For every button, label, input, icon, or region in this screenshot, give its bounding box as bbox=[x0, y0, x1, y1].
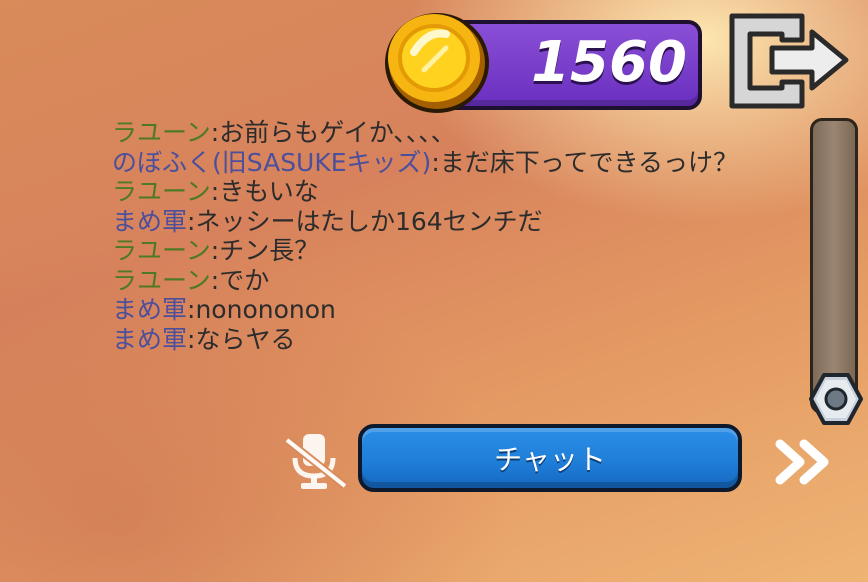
chat-separator: : bbox=[431, 147, 440, 177]
chat-separator: : bbox=[210, 236, 220, 265]
coin-count: 1560 bbox=[531, 30, 687, 95]
chat-message: まめ軍:ならヤる bbox=[112, 325, 792, 355]
double-chevron-right-icon[interactable] bbox=[774, 436, 836, 488]
chat-text: チン長？ bbox=[219, 236, 320, 265]
chat-log: ラユーン:お前らもゲイか、、、、 のぼふく(旧SASUKEキッズ):まだ床下って… bbox=[112, 118, 792, 354]
chat-separator: : bbox=[210, 265, 220, 295]
chat-text: ネッシーはたしか164センチだ bbox=[195, 206, 543, 236]
chat-scrollbar[interactable] bbox=[810, 118, 858, 414]
exit-door-icon[interactable] bbox=[724, 10, 852, 110]
chat-sender: ラユーン bbox=[112, 118, 211, 147]
chat-sender: まめ軍 bbox=[112, 324, 188, 354]
chat-separator: : bbox=[210, 177, 220, 206]
chat-sender: のぼふく(旧SASUKEキッズ) bbox=[112, 147, 432, 177]
chat-button-label: チャット bbox=[494, 443, 606, 476]
coin-icon bbox=[385, 13, 489, 113]
chat-text: まだ床下ってできるっけ？ bbox=[439, 147, 739, 177]
chat-sender: まめ軍 bbox=[112, 295, 188, 324]
chat-sender: ラユーン bbox=[112, 236, 211, 265]
hex-nut-icon[interactable] bbox=[809, 372, 863, 426]
chat-message: まめ軍:nonononon bbox=[112, 295, 792, 325]
chat-message: ラユーン:チン長？ bbox=[112, 236, 792, 266]
chat-message: まめ軍:ネッシーはたしか164センチだ bbox=[112, 207, 792, 237]
chat-message: ラユーン:お前らもゲイか、、、、 bbox=[112, 118, 792, 148]
chat-sender: ラユーン bbox=[112, 265, 211, 295]
chat-text: ならヤる bbox=[195, 324, 296, 354]
chat-separator: : bbox=[210, 118, 220, 147]
chat-button[interactable]: チャット bbox=[358, 424, 742, 492]
chat-text: でか bbox=[219, 265, 270, 295]
chat-message: のぼふく(旧SASUKEキッズ):まだ床下ってできるっけ？ bbox=[112, 148, 792, 178]
chat-text: nonononon bbox=[195, 295, 336, 324]
chat-message: ラユーン:きもいな bbox=[112, 177, 792, 207]
chat-message: ラユーン:でか bbox=[112, 266, 792, 296]
chat-text: きもいな bbox=[219, 177, 319, 206]
chat-text: お前らもゲイか、、、、 bbox=[219, 118, 456, 147]
chat-sender: ラユーン bbox=[112, 177, 211, 206]
muted-microphone-icon[interactable] bbox=[283, 432, 349, 492]
chat-sender: まめ軍 bbox=[112, 206, 188, 236]
